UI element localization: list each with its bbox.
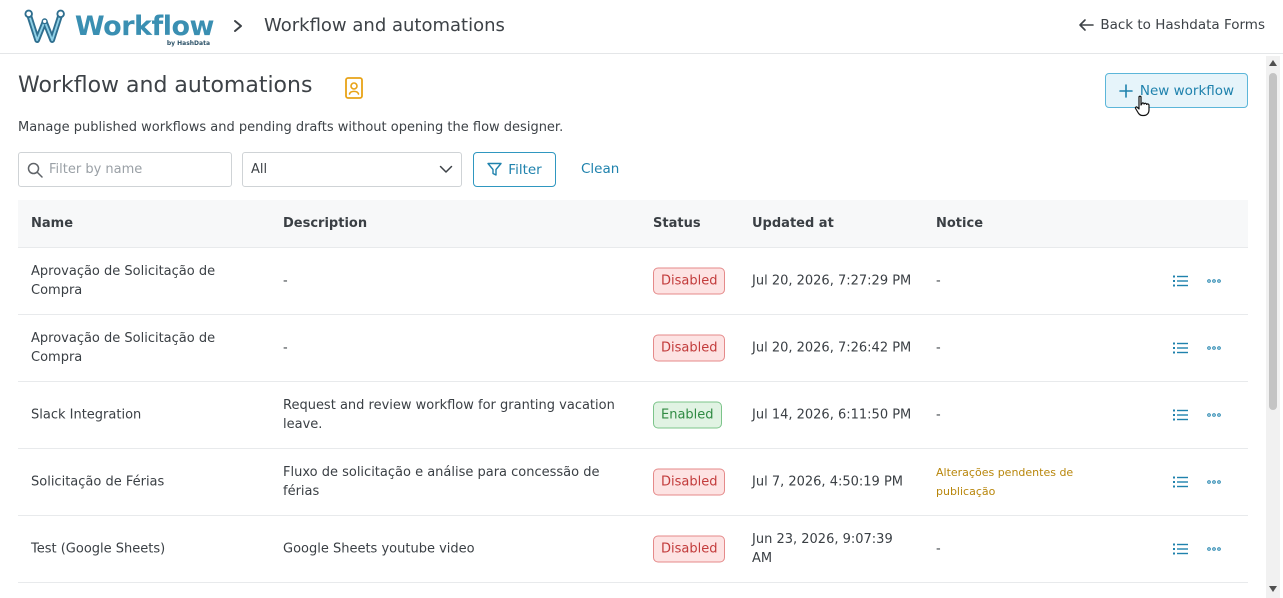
workflow-description: - [283, 273, 288, 289]
logo-subtitle: by HashData [166, 40, 210, 47]
back-link-label: Back to Hashdata Forms [1100, 17, 1265, 33]
list-icon[interactable] [1173, 342, 1188, 354]
more-options-icon[interactable] [1207, 413, 1221, 417]
status-select[interactable]: All [242, 152, 462, 187]
workflow-description: - [283, 340, 288, 356]
workflow-name[interactable]: Slack Integration [31, 406, 261, 425]
column-header-status[interactable]: Status [653, 216, 701, 231]
list-icon[interactable] [1173, 476, 1188, 488]
status-cell: Disabled [653, 334, 726, 362]
more-options-icon[interactable] [1207, 346, 1221, 350]
top-bar: Workflow by HashData Workflow and automa… [0, 0, 1283, 54]
back-to-forms-link[interactable]: Back to Hashdata Forms [1078, 17, 1265, 33]
scroll-down-arrow-icon[interactable] [1269, 586, 1277, 592]
status-badge: Disabled [653, 535, 726, 563]
status-cell: Disabled [653, 267, 726, 295]
column-header-notice[interactable]: Notice [936, 216, 983, 231]
new-workflow-label: New workflow [1139, 82, 1235, 99]
plus-icon [1119, 83, 1133, 98]
table-row[interactable]: Aprovação de Solicitação de Compra - Dis… [18, 248, 1248, 315]
chevron-down-icon [439, 165, 453, 173]
contact-book-icon[interactable] [343, 76, 365, 100]
workflow-description: Request and review workflow for granting… [283, 398, 615, 432]
status-select-value: All [251, 162, 268, 177]
list-icon[interactable] [1173, 275, 1188, 287]
status-badge: Enabled [653, 401, 722, 429]
more-options-icon[interactable] [1207, 547, 1221, 551]
filter-by-name-field[interactable] [18, 152, 232, 187]
new-workflow-button[interactable]: New workflow [1105, 73, 1248, 108]
filter-button-label: Filter [508, 161, 542, 178]
workflows-table: Name Description Status Updated at Notic… [18, 200, 1248, 583]
logo-wordmark: Workflow [74, 11, 215, 42]
notice: - [936, 541, 941, 557]
breadcrumb-title: Workflow and automations [264, 15, 505, 36]
table-row[interactable]: Aprovação de Solicitação de Compra - Dis… [18, 315, 1248, 382]
page-title: Workflow and automations [18, 73, 313, 98]
table-header: Name Description Status Updated at Notic… [18, 200, 1248, 248]
column-header-updated-at[interactable]: Updated at [752, 216, 834, 231]
more-options-icon[interactable] [1207, 480, 1221, 484]
vertical-scrollbar[interactable] [1266, 56, 1280, 598]
hand-cursor-icon [1134, 95, 1150, 117]
notice: - [936, 273, 941, 289]
workflow-name[interactable]: Test (Google Sheets) [31, 540, 261, 559]
workflow-description: Google Sheets youtube video [283, 541, 475, 557]
column-header-name[interactable]: Name [31, 216, 73, 231]
search-icon [27, 162, 43, 178]
workflow-logo-icon [24, 9, 65, 43]
updated-at: Jul 14, 2026, 6:11:50 PM [752, 407, 912, 423]
updated-at: Jul 20, 2026, 7:26:42 PM [752, 340, 912, 356]
more-options-icon[interactable] [1207, 279, 1221, 283]
notice: - [936, 407, 941, 423]
search-input[interactable] [49, 162, 219, 177]
status-badge: Disabled [653, 334, 726, 362]
list-icon[interactable] [1173, 543, 1188, 555]
list-icon[interactable] [1173, 409, 1188, 421]
scroll-up-arrow-icon[interactable] [1269, 60, 1277, 66]
scrollbar-thumb[interactable] [1269, 73, 1277, 410]
arrow-left-icon [1079, 19, 1095, 31]
status-cell: Disabled [653, 535, 726, 563]
clean-filters-link[interactable]: Clean [581, 161, 619, 177]
funnel-icon [487, 162, 502, 176]
workflow-name[interactable]: Aprovação de Solicitação de Compra [31, 262, 261, 300]
workflow-name[interactable]: Aprovação de Solicitação de Compra [31, 329, 261, 367]
status-cell: Enabled [653, 401, 722, 429]
app-logo[interactable]: Workflow by HashData [24, 6, 215, 48]
updated-at: Jun 23, 2026, 9:07:39 AM [752, 532, 893, 566]
workflow-name[interactable]: Solicitação de Férias [31, 473, 261, 492]
status-cell: Disabled [653, 468, 726, 496]
table-row[interactable]: Test (Google Sheets) Google Sheets youtu… [18, 516, 1248, 583]
pending-changes-notice: Alterações pendentes de publicação [936, 466, 1074, 498]
column-header-description[interactable]: Description [283, 216, 367, 231]
updated-at: Jul 7, 2026, 4:50:19 PM [752, 474, 904, 490]
status-badge: Disabled [653, 468, 726, 496]
table-row[interactable]: Slack Integration Request and review wor… [18, 382, 1248, 449]
table-row[interactable]: Solicitação de Férias Fluxo de solicitaç… [18, 449, 1248, 516]
filter-button[interactable]: Filter [473, 152, 556, 187]
workflow-description: Fluxo de solicitação e análise para conc… [283, 465, 600, 499]
status-badge: Disabled [653, 267, 726, 295]
notice: - [936, 340, 941, 356]
page-subtitle: Manage published workflows and pending d… [18, 120, 564, 135]
updated-at: Jul 20, 2026, 7:27:29 PM [752, 273, 912, 289]
chevron-right-icon [234, 20, 242, 32]
